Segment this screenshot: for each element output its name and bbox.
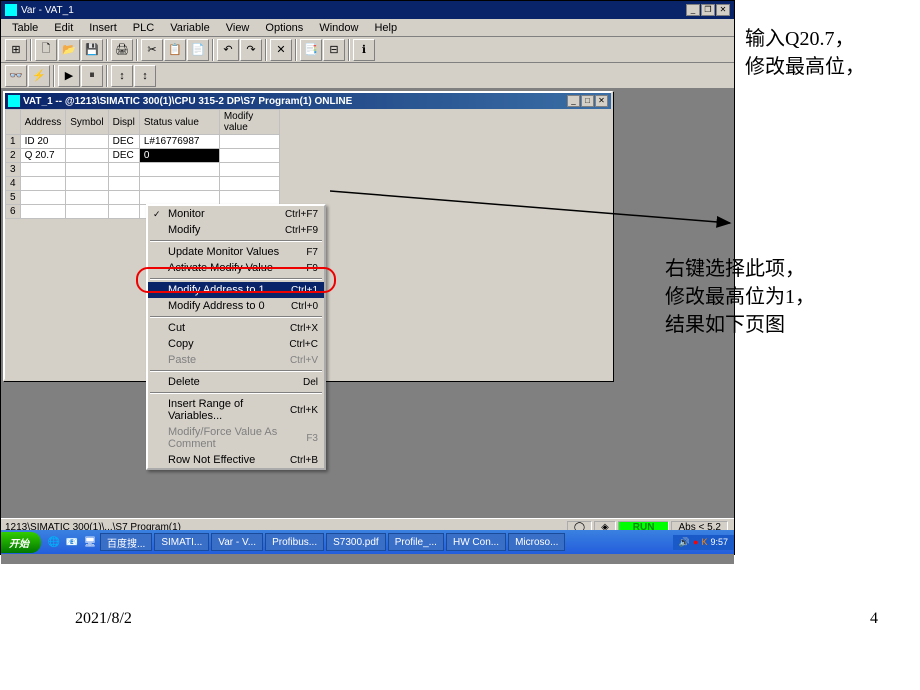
taskbar: 开始 🌐 📧 🖥 百度搜... SIMATI... Var - V... Pro… (1, 530, 734, 554)
footer-date: 2021/8/2 (75, 610, 132, 628)
taskbar-item[interactable]: Profibus... (265, 533, 324, 551)
menu-item[interactable]: PasteCtrl+V (148, 352, 324, 368)
system-tray[interactable]: 🔊 ● K 9:57 (673, 535, 734, 550)
menu-item[interactable]: Modify/Force Value As CommentF3 (148, 424, 324, 452)
doc-title: VAT_1 -- @1213\SIMATIC 300(1)\CPU 315-2 … (23, 96, 566, 107)
doc-maximize[interactable]: □ (581, 95, 594, 107)
context-menu: ✓MonitorCtrl+F7ModifyCtrl+F9 Update Monit… (146, 204, 326, 470)
doc-minimize[interactable]: _ (567, 95, 580, 107)
toolbar-button[interactable]: ⊟ (323, 39, 345, 61)
table-row[interactable]: 2 Q 20.7 DEC 0 (6, 149, 280, 163)
new-button[interactable]: 🗋 (35, 39, 57, 61)
undo-button[interactable]: ↶ (217, 39, 239, 61)
taskbar-item[interactable]: 百度搜... (100, 533, 152, 551)
corner-cell[interactable] (6, 110, 21, 135)
menu-plc[interactable]: PLC (126, 21, 161, 35)
quick-launch-icon[interactable]: 🌐 (45, 533, 63, 551)
menu-table[interactable]: Table (5, 21, 45, 35)
menu-view[interactable]: View (219, 21, 257, 35)
toolbar-button[interactable]: ↕ (111, 65, 133, 87)
col-status[interactable]: Status value (139, 110, 219, 135)
minimize-button[interactable]: _ (686, 4, 700, 16)
col-modify[interactable]: Modify value (219, 110, 279, 135)
tray-icon[interactable]: K (701, 537, 707, 547)
taskbar-item[interactable]: Profile_... (388, 533, 444, 551)
menu-item[interactable]: Modify Address to 0Ctrl+0 (148, 298, 324, 314)
taskbar-item[interactable]: SIMATI... (154, 533, 209, 551)
menu-item[interactable]: Insert Range of Variables...Ctrl+K (148, 396, 324, 424)
table-row[interactable]: 4 (6, 177, 280, 191)
quick-launch-icon[interactable]: 🖥 (81, 533, 99, 551)
menu-item[interactable]: Modify Address to 1Ctrl+1 (148, 282, 324, 298)
tray-icon[interactable]: ● (693, 537, 698, 547)
toolbar-button[interactable]: ▶ (58, 65, 80, 87)
cut-button[interactable]: ✂ (141, 39, 163, 61)
open-button[interactable]: 📂 (58, 39, 80, 61)
table-row[interactable]: 5 (6, 191, 280, 205)
variable-table[interactable]: Address Symbol Displ Status value Modify… (5, 109, 280, 219)
col-symbol[interactable]: Symbol (66, 110, 108, 135)
menu-item[interactable]: ModifyCtrl+F9 (148, 222, 324, 238)
menu-edit[interactable]: Edit (47, 21, 80, 35)
col-display[interactable]: Displ (108, 110, 139, 135)
menu-help[interactable]: Help (367, 21, 404, 35)
window-title: Var - VAT_1 (21, 5, 686, 16)
start-button[interactable]: 开始 (1, 532, 41, 553)
doc-close[interactable]: ✕ (595, 95, 608, 107)
titlebar: Var - VAT_1 _ ❐ ✕ (1, 1, 734, 19)
modify-button[interactable]: ⚡ (28, 65, 50, 87)
footer-page: 4 (870, 610, 878, 628)
app-icon (5, 4, 17, 16)
menubar: Table Edit Insert PLC Variable View Opti… (1, 19, 734, 37)
table-row[interactable]: 1 ID 20 DEC L#16776987 (6, 135, 280, 149)
taskbar-item[interactable]: Var - V... (211, 533, 263, 551)
menu-variable[interactable]: Variable (163, 21, 217, 35)
menu-options[interactable]: Options (258, 21, 310, 35)
menu-item[interactable]: CutCtrl+X (148, 320, 324, 336)
doc-icon (8, 95, 20, 107)
quick-launch-icon[interactable]: 📧 (63, 533, 81, 551)
print-button[interactable]: 🖨 (111, 39, 133, 61)
help-button[interactable]: ℹ (353, 39, 375, 61)
taskbar-item[interactable]: HW Con... (446, 533, 506, 551)
menu-item[interactable]: Update Monitor ValuesF7 (148, 244, 324, 260)
mdi-area: VAT_1 -- @1213\SIMATIC 300(1)\CPU 315-2 … (1, 89, 734, 564)
close-button[interactable]: ✕ (716, 4, 730, 16)
toolbar-2: 👓 ⚡ ▶ ⏸ ↕ ↕ (1, 63, 734, 89)
col-address[interactable]: Address (20, 110, 66, 135)
annotation-2: 右键选择此项，修改最高位为1，结果如下页图 (665, 255, 815, 339)
main-window: Var - VAT_1 _ ❐ ✕ Table Edit Insert PLC … (0, 0, 735, 555)
toolbar-button[interactable]: ↕ (134, 65, 156, 87)
menu-item[interactable]: ✓MonitorCtrl+F7 (148, 206, 324, 222)
copy-button[interactable]: 📋 (164, 39, 186, 61)
menu-insert[interactable]: Insert (82, 21, 124, 35)
taskbar-item[interactable]: Microso... (508, 533, 565, 551)
delete-button[interactable]: ✕ (270, 39, 292, 61)
restore-button[interactable]: ❐ (701, 4, 715, 16)
menu-item[interactable]: Row Not EffectiveCtrl+B (148, 452, 324, 468)
insert-button[interactable]: 📑 (300, 39, 322, 61)
toolbar-button[interactable]: ⊞ (5, 39, 27, 61)
table-row[interactable]: 3 (6, 163, 280, 177)
tray-icon[interactable]: 🔊 (679, 537, 690, 548)
redo-button[interactable]: ↷ (240, 39, 262, 61)
doc-titlebar: VAT_1 -- @1213\SIMATIC 300(1)\CPU 315-2 … (5, 93, 611, 109)
save-button[interactable]: 💾 (81, 39, 103, 61)
menu-item[interactable]: Activate Modify ValueF9 (148, 260, 324, 276)
annotation-1: 输入Q20.7，修改最高位， (745, 25, 865, 81)
tray-clock: 9:57 (710, 537, 728, 547)
paste-button[interactable]: 📄 (187, 39, 209, 61)
taskbar-item[interactable]: S7300.pdf (326, 533, 386, 551)
toolbar-1: ⊞ 🗋 📂 💾 🖨 ✂ 📋 📄 ↶ ↷ ✕ 📑 ⊟ ℹ (1, 37, 734, 63)
toolbar-button[interactable]: ⏸ (81, 65, 103, 87)
menu-item[interactable]: CopyCtrl+C (148, 336, 324, 352)
menu-window[interactable]: Window (312, 21, 365, 35)
menu-item[interactable]: DeleteDel (148, 374, 324, 390)
monitor-button[interactable]: 👓 (5, 65, 27, 87)
